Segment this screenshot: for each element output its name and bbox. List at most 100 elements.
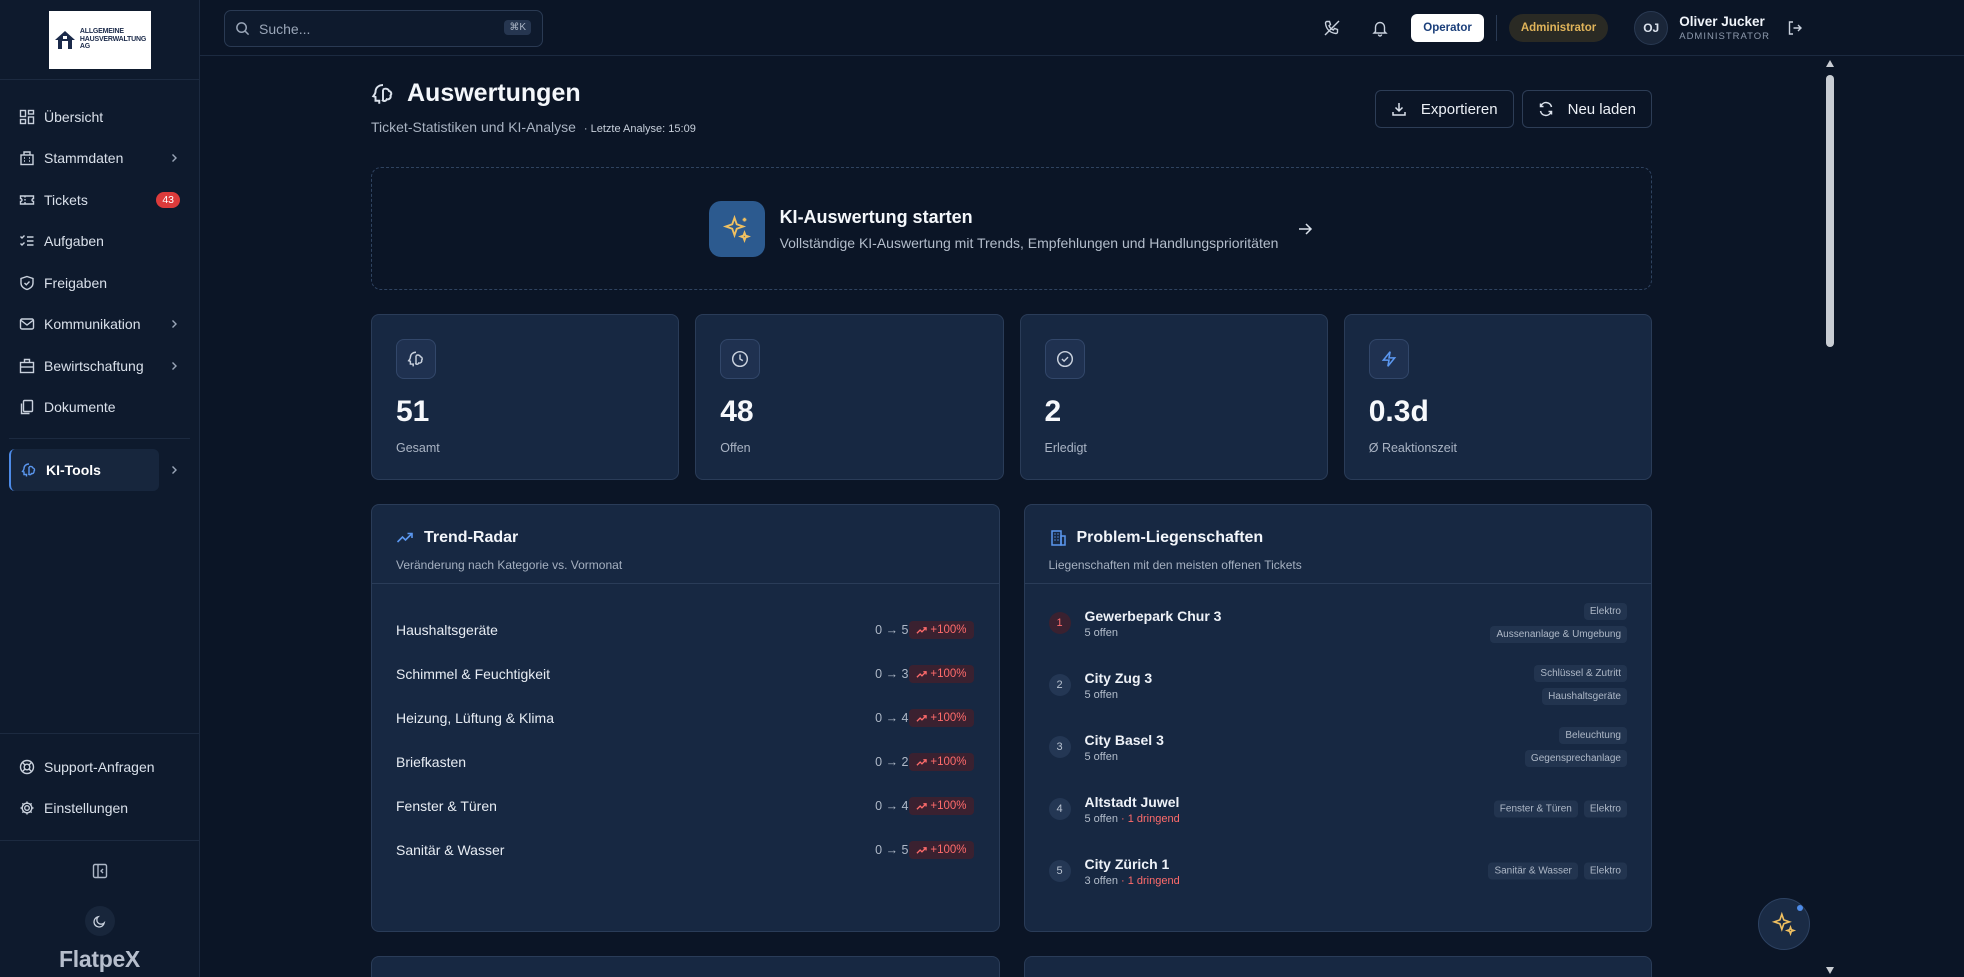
scroll-down-arrow[interactable] — [1826, 967, 1834, 974]
sidebar-item-stammdaten[interactable]: Stammdaten — [0, 138, 199, 180]
panels-row: Trend-Radar Veränderung nach Kategorie v… — [371, 504, 1652, 932]
topbar: Suche... ⌘K Operator Administrator OJ Ol… — [200, 0, 1964, 56]
list-check-icon — [20, 235, 34, 247]
reload-label: Neu laden — [1567, 100, 1636, 118]
refresh-icon — [1539, 101, 1552, 117]
category-tag: Fenster & Türen — [1493, 800, 1578, 818]
trend-change: 0 → 5 — [875, 623, 909, 637]
arrow-right-icon — [1299, 222, 1313, 235]
property-row[interactable]: 5 City Zürich 1 3 offen · 1 dringend San… — [1025, 840, 1652, 902]
reload-button[interactable]: Neu laden — [1521, 90, 1652, 128]
trend-percent-badge: +100% — [909, 753, 974, 771]
ki-analysis-cta[interactable]: KI-Auswertung starten Vollständige KI-Au… — [371, 167, 1652, 290]
stat-label: Erledigt — [1044, 441, 1087, 455]
property-rank: 3 — [1048, 736, 1071, 758]
trend-percent: +100% — [930, 756, 967, 768]
panel-subtitle: Veränderung nach Kategorie vs. Vormonat — [396, 558, 623, 572]
property-row[interactable]: 3 City Basel 3 5 offen Beleuchtung Gegen… — [1025, 716, 1652, 778]
trend-percent: +100% — [930, 668, 967, 680]
trending-up-icon — [916, 670, 928, 678]
scroll-thumb[interactable] — [1826, 75, 1834, 347]
property-rank: 1 — [1048, 612, 1071, 634]
brain-icon — [371, 83, 393, 104]
property-row[interactable]: 1 Gewerbepark Chur 3 5 offen Elektro Aus… — [1025, 592, 1652, 654]
brain-icon — [21, 463, 36, 477]
sidebar-item-label: Support-Anfragen — [44, 758, 155, 775]
search-input[interactable]: Suche... ⌘K — [224, 10, 543, 47]
property-row[interactable]: 2 City Zug 3 5 offen Schlüssel & Zutritt… — [1025, 654, 1652, 716]
sidebar-item-label: Bewirtschaftung — [44, 357, 144, 374]
bell-icon[interactable] — [1371, 19, 1389, 37]
trend-percent-badge: +100% — [909, 709, 974, 727]
sidebar-item-label: Übersicht — [44, 108, 104, 125]
trending-up-icon — [916, 802, 928, 810]
property-rank: 2 — [1048, 674, 1071, 696]
scroll-up-arrow[interactable] — [1826, 60, 1834, 67]
trend-category: Sanitär & Wasser — [396, 842, 505, 858]
sidebar-item-label: KI-Tools — [46, 461, 101, 478]
property-tags: Beleuchtung Gegensprechanlage — [1524, 727, 1627, 767]
sidebar-item-label: Kommunikation — [44, 316, 141, 333]
trend-category: Schimmel & Feuchtigkeit — [396, 666, 551, 682]
sidebar-item-label: Aufgaben — [44, 233, 104, 250]
sidebar-item-aufgaben[interactable]: Aufgaben — [0, 221, 199, 263]
sidebar-item-ki-tools[interactable]: KI-Tools — [9, 449, 177, 491]
role-badge[interactable]: Administrator — [1508, 14, 1609, 42]
sidebar-item-support[interactable]: Support-Anfragen — [0, 746, 199, 788]
page-title-text: Auswertungen — [407, 79, 581, 107]
urgent-count: · 1 dringend — [1117, 874, 1180, 887]
trend-percent-badge: +100% — [909, 665, 974, 683]
avatar[interactable]: OJ — [1634, 11, 1669, 45]
trend-category: Briefkasten — [396, 754, 467, 770]
category-tag: Haushaltsgeräte — [1542, 688, 1627, 705]
property-rank: 5 — [1048, 860, 1071, 882]
brain-icon — [396, 339, 436, 379]
sidebar-item-label: Einstellungen — [44, 800, 129, 817]
user-info: Oliver Jucker ADMINISTRATOR — [1679, 14, 1770, 42]
sidebar-item-freigaben[interactable]: Freigaben — [0, 262, 199, 304]
chevron-right-icon — [172, 154, 177, 163]
trend-row: Heizung, Lüftung & Klima 0 → 4 +100% — [372, 696, 999, 740]
search-placeholder: Suche... — [259, 20, 311, 37]
office-icon — [19, 358, 35, 373]
sidebar-item-uebersicht[interactable]: Übersicht — [0, 96, 199, 138]
trending-up-icon — [916, 846, 928, 854]
phone-off-icon[interactable] — [1323, 19, 1341, 37]
ki-assistant-button[interactable] — [1758, 898, 1810, 950]
stats-row: 51 Gesamt 48 Offen 2 Erledigt 0.3d Ø Rea… — [371, 314, 1652, 480]
theme-toggle-button[interactable] — [84, 906, 115, 936]
topbar-actions: Operator Administrator OJ Oliver Jucker … — [1323, 0, 1964, 56]
property-tags: Schlüssel & Zutritt Haushaltsgeräte — [1534, 665, 1627, 705]
property-row[interactable]: 4 Altstadt Juwel 5 offen · 1 dringend Fe… — [1025, 778, 1652, 840]
logout-icon[interactable] — [1786, 19, 1804, 37]
collapse-sidebar-icon[interactable] — [92, 863, 108, 879]
topbar-divider — [1495, 15, 1497, 41]
sparkles-icon — [708, 200, 765, 257]
trend-percent: +100% — [930, 800, 967, 812]
stat-value: 0.3d — [1368, 395, 1429, 428]
lightning-icon — [1368, 339, 1409, 379]
scrollbar[interactable] — [1823, 57, 1837, 977]
property-tags: Elektro Aussenanlage & Umgebung — [1490, 603, 1627, 643]
trend-change: 0 → 3 — [875, 667, 909, 681]
sparkles-icon — [1771, 911, 1797, 937]
lifebuoy-icon — [19, 759, 35, 774]
trend-category: Fenster & Türen — [396, 798, 497, 814]
mail-icon — [19, 318, 35, 330]
sidebar-footer: FlatpeX — [0, 840, 199, 973]
category-tag: Schlüssel & Zutritt — [1534, 665, 1627, 682]
building-icon — [20, 151, 34, 166]
export-button[interactable]: Exportieren — [1374, 90, 1514, 128]
property-tags: Fenster & Türen Elektro — [1493, 800, 1627, 818]
sidebar-item-kommunikation[interactable]: Kommunikation — [0, 304, 199, 346]
sidebar-item-bewirtschaftung[interactable]: Bewirtschaftung — [0, 345, 199, 387]
company-logo[interactable]: ALLGEMEINE HAUSVERWALTUNG AG — [48, 10, 151, 69]
sidebar-item-tickets[interactable]: Tickets 43 — [0, 179, 199, 221]
panel-header: Trend-Radar Veränderung nach Kategorie v… — [372, 505, 999, 584]
sidebar-item-label: Tickets — [44, 191, 88, 208]
operator-button[interactable]: Operator — [1411, 14, 1484, 42]
sidebar-item-dokumente[interactable]: Dokumente — [0, 387, 199, 429]
stat-label: Offen — [720, 441, 751, 455]
sidebar-item-einstellungen[interactable]: Einstellungen — [0, 788, 199, 830]
content-column: Auswertungen Ticket-Statistiken und KI-A… — [371, 57, 1652, 977]
